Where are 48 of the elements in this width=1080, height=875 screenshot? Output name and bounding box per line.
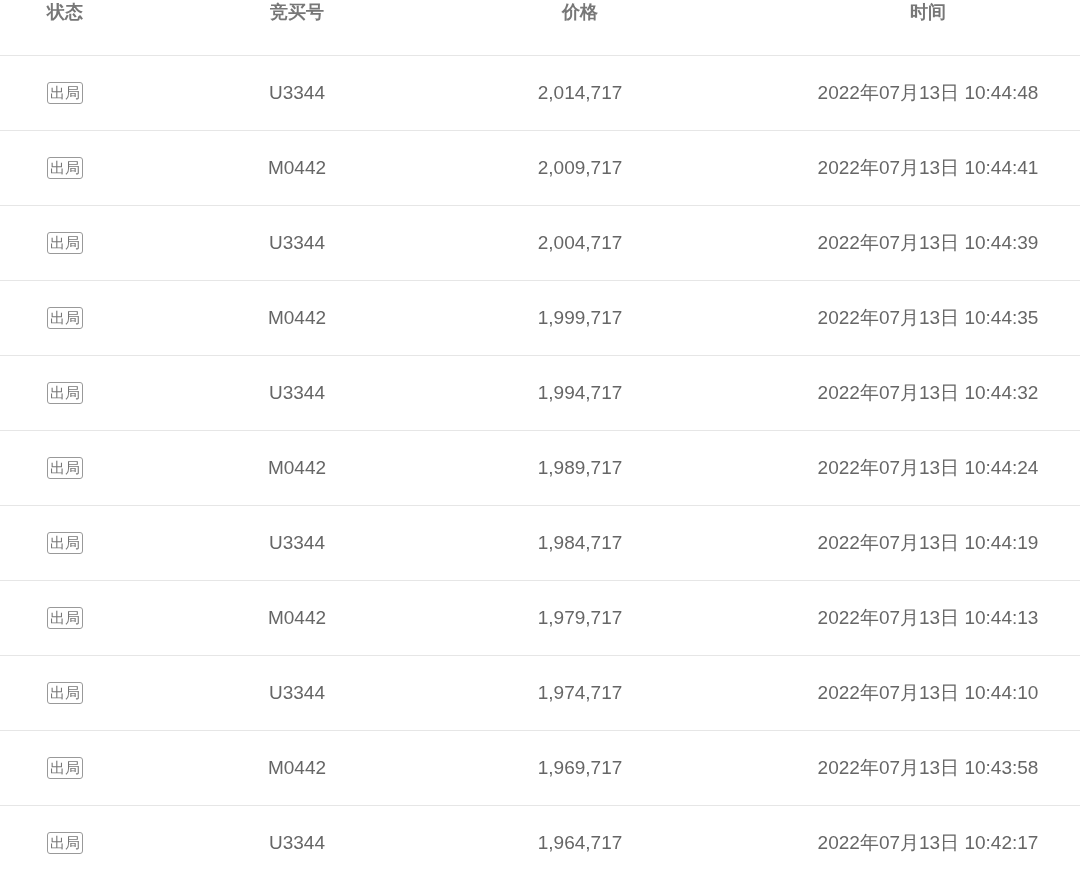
column-header: 竞买号 xyxy=(270,1,324,24)
bid-time: 2022年07月13日 10:44:48 xyxy=(817,81,1039,105)
status-badge: 出局 xyxy=(47,682,83,704)
bid-time: 2022年07月13日 10:44:32 xyxy=(817,381,1039,405)
price: 2,004,717 xyxy=(537,232,623,254)
status-badge: 出局 xyxy=(47,157,83,179)
price: 1,979,717 xyxy=(537,607,623,629)
bidder-number: M0442 xyxy=(267,157,327,179)
status-badge: 出局 xyxy=(47,607,83,629)
bid-time: 2022年07月13日 10:44:39 xyxy=(817,231,1039,255)
bidder-number: U3344 xyxy=(269,382,325,404)
bid-time: 2022年07月13日 10:42:17 xyxy=(817,831,1039,855)
bid-time: 2022年07月13日 10:44:19 xyxy=(817,531,1039,555)
status-badge: 出局 xyxy=(47,757,83,779)
column-header: 价格 xyxy=(562,1,598,24)
status-badge: 出局 xyxy=(47,457,83,479)
bid-time: 2022年07月13日 10:43:58 xyxy=(817,756,1039,780)
bid-time: 2022年07月13日 10:44:24 xyxy=(817,456,1039,480)
price: 1,984,717 xyxy=(537,532,623,554)
bidder-number: M0442 xyxy=(267,757,327,779)
status-badge: 出局 xyxy=(47,232,83,254)
price: 1,994,717 xyxy=(537,382,623,404)
bidder-number: U3344 xyxy=(269,832,325,854)
bidder-number: U3344 xyxy=(269,682,325,704)
bid-time: 2022年07月13日 10:44:41 xyxy=(817,156,1039,180)
price: 1,964,717 xyxy=(537,832,623,854)
bidder-number: U3344 xyxy=(269,232,325,254)
status-badge: 出局 xyxy=(47,307,83,329)
price: 1,969,717 xyxy=(537,757,623,779)
bidder-number: M0442 xyxy=(267,457,327,479)
status-badge: 出局 xyxy=(47,382,83,404)
bidder-number: M0442 xyxy=(267,307,327,329)
bid-time: 2022年07月13日 10:44:13 xyxy=(817,606,1039,630)
status-badge: 出局 xyxy=(47,82,83,104)
price: 2,009,717 xyxy=(537,157,623,179)
status-badge: 出局 xyxy=(47,832,83,854)
column-header: 时间 xyxy=(910,1,946,24)
bid-time: 2022年07月13日 10:44:35 xyxy=(817,306,1039,330)
price: 1,989,717 xyxy=(537,457,623,479)
status-badge: 出局 xyxy=(47,532,83,554)
bidder-number: U3344 xyxy=(269,532,325,554)
bidder-number: M0442 xyxy=(267,607,327,629)
price: 1,974,717 xyxy=(537,682,623,704)
price: 1,999,717 xyxy=(537,307,623,329)
column-header: 状态 xyxy=(47,1,83,24)
bid-time: 2022年07月13日 10:44:10 xyxy=(817,681,1039,705)
price: 2,014,717 xyxy=(537,82,623,104)
bidder-number: U3344 xyxy=(269,82,325,104)
